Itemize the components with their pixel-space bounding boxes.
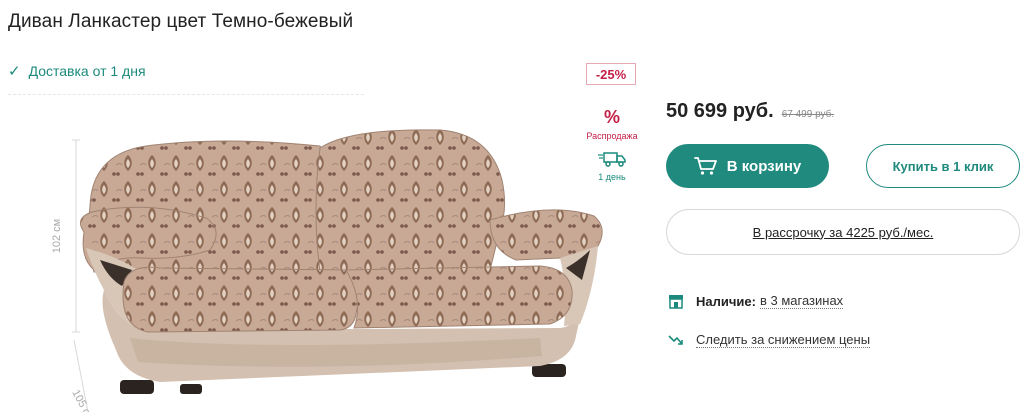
availability-label: Наличие:: [696, 293, 756, 309]
trend-down-icon: [668, 332, 684, 348]
cart-icon: [693, 157, 717, 175]
delivery-info: ✓ Доставка от 1 дня: [8, 62, 146, 80]
price-tracking-label: Следить за снижением цены: [696, 332, 871, 348]
add-to-cart-button[interactable]: В корзину: [666, 144, 829, 188]
delivery-days-label: 1 день: [598, 172, 626, 182]
divider: [8, 94, 364, 95]
store-icon: [668, 293, 684, 309]
installment-label: В рассрочку за 4225 руб./мес.: [752, 224, 934, 240]
delivery-text: Доставка от 1 дня: [28, 63, 146, 79]
availability-value[interactable]: в 3 магазинах: [759, 293, 844, 309]
current-price: 50 699 руб.: [666, 100, 774, 122]
buy-one-click-button[interactable]: Купить в 1 клик: [866, 144, 1020, 188]
dimension-height: 102 см: [51, 219, 63, 253]
installment-button[interactable]: В рассрочку за 4225 руб./мес.: [666, 209, 1020, 255]
discount-badge: -25%: [586, 63, 636, 85]
old-price: 67 499 руб.: [781, 109, 835, 120]
sofa-illustration: 102 см 105 см: [51, 129, 603, 417]
availability-row[interactable]: Наличие: в 3 магазинах: [668, 293, 844, 309]
price-tracking-row[interactable]: Следить за снижением цены: [668, 332, 871, 348]
delivery-promo[interactable]: 1 день: [580, 150, 644, 182]
check-icon: ✓: [8, 63, 21, 80]
delivery-truck-icon: [598, 152, 626, 167]
percent-icon: %: [603, 107, 620, 127]
dimension-depth: 105 см: [69, 388, 96, 412]
product-image[interactable]: 102 см 105 см: [20, 100, 620, 417]
product-title: Диван Ланкастер цвет Темно-бежевый: [8, 11, 354, 32]
add-to-cart-label: В корзину: [726, 157, 802, 175]
sale-promo[interactable]: % Распродажа: [580, 107, 644, 141]
price-block: 50 699 руб. 67 499 руб.: [666, 100, 834, 123]
sale-label: Распродажа: [586, 131, 638, 141]
